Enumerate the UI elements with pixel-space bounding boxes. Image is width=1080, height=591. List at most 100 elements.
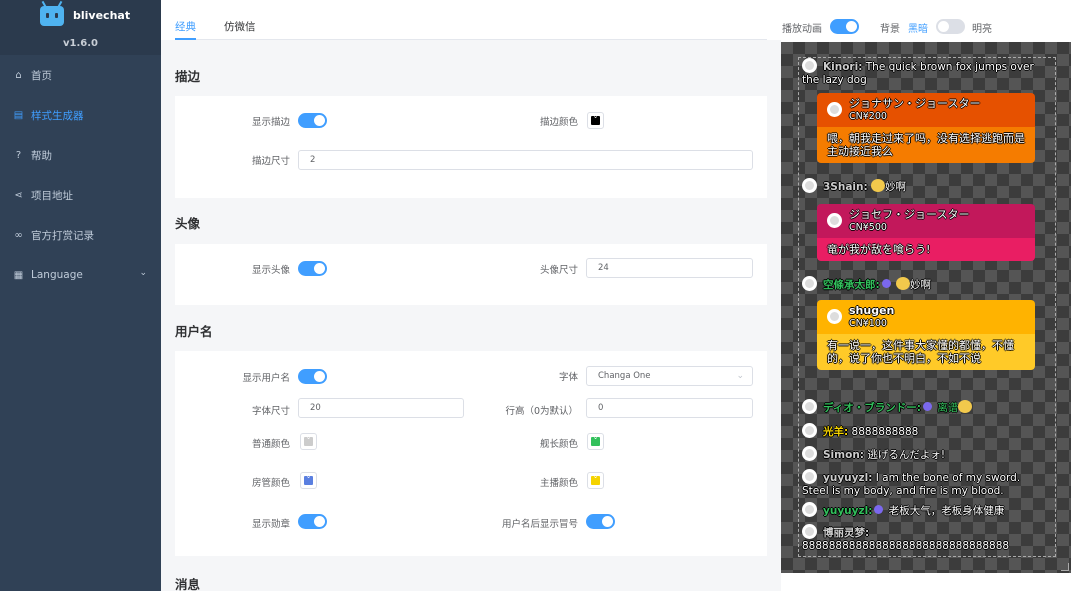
label-admin-color: 房管颜色: [251, 478, 290, 489]
emote-icon: [958, 400, 973, 413]
chat-username: 3Shain:: [823, 181, 868, 193]
sidebar-item-help[interactable]: ? 帮助: [0, 135, 161, 175]
sidebar-item-label: Language: [31, 269, 83, 281]
chat-text: 老板大气，老板身体健康: [888, 505, 1005, 517]
label-background: 背景: [880, 24, 900, 35]
input-font-size[interactable]: 20: [298, 398, 464, 418]
label-light[interactable]: 明亮: [972, 20, 992, 35]
chat-message: 博丽灵梦: 8888888888888888888888888888888: [802, 524, 1042, 553]
logo-area: blivechat v1.6.0: [0, 0, 161, 55]
label-captain-color: 舰长颜色: [539, 439, 578, 450]
avatar: [802, 58, 817, 73]
card-avatar: 显示头像 头像尺寸 24: [175, 244, 767, 305]
toggle-background[interactable]: [936, 19, 965, 34]
input-line-height[interactable]: 0: [586, 398, 753, 418]
chat-text: 妙啊: [885, 181, 907, 193]
tab-wechat[interactable]: 仿微信: [224, 19, 256, 34]
sidebar-item-label: 项目地址: [31, 189, 73, 202]
chat-message: yuyuyzl: I am the bone of my sword. Stee…: [802, 469, 1042, 498]
avatar: [802, 178, 817, 193]
superchat-name: ジョナサン・ジョースター: [849, 97, 981, 110]
sidebar-item-gifts[interactable]: ∞ 官方打赏记录: [0, 215, 161, 255]
sidebar-item-project[interactable]: ⋖ 项目地址: [0, 175, 161, 215]
chevron-down-icon: ⌄: [736, 371, 744, 381]
chat-username: yuyuyzl:: [823, 505, 873, 517]
section-title-avatar: 头像: [175, 216, 201, 231]
chat-username: yuyuyzl:: [823, 472, 873, 484]
card-username: 显示用户名 字体 Changa One ⌄ 字体尺寸 20 行高（0为默认） 0 …: [175, 351, 767, 556]
sidebar-item-label: 样式生成器: [31, 109, 84, 122]
color-picker-outline[interactable]: [587, 112, 604, 129]
input-avatar-size[interactable]: 24: [586, 258, 753, 278]
select-font[interactable]: Changa One ⌄: [586, 366, 753, 386]
avatar: [802, 446, 817, 461]
home-icon: ⌂: [15, 69, 22, 81]
chat-username: 光羊:: [823, 426, 849, 438]
toggle-show-username[interactable]: [298, 369, 327, 384]
chat-text: 8888888888: [851, 426, 919, 438]
chat-message: yuyuyzl: 老板大气，老板身体健康: [802, 502, 1042, 518]
superchat-price: CN¥100: [849, 318, 887, 329]
medal-icon: [874, 505, 884, 514]
question-icon: ?: [15, 149, 22, 161]
label-show-username: 显示用户名: [242, 373, 290, 384]
tab-divider: [175, 39, 767, 40]
chat-message: 空條承太郎: 妙啊: [802, 276, 1042, 292]
chat-username: ディオ・ブランドー:: [823, 402, 921, 414]
sidebar-item-label: 官方打赏记录: [31, 229, 94, 242]
label-show-avatar: 显示头像: [251, 265, 290, 276]
superchat-card: ジョナサン・ジョースター CN¥200 喂，朝我走过来了吗，没有选择逃跑而是主动接…: [817, 93, 1035, 163]
language-icon: ▦: [13, 269, 24, 281]
superchat-card: shugen CN¥100 有一说一，这件事大家懂的都懂，不懂的，说了你也不明白，…: [817, 300, 1035, 370]
select-font-value: Changa One: [598, 371, 651, 381]
color-picker-owner[interactable]: [587, 472, 604, 489]
share-icon: ⋖: [14, 189, 23, 201]
chat-message: 光羊: 8888888888: [802, 423, 1042, 439]
chat-message: Kinori: The quick brown fox jumps over t…: [802, 58, 1042, 87]
tab-bar: 经典 仿微信: [161, 0, 781, 40]
label-show-outline: 显示描边: [251, 117, 290, 128]
avatar: [802, 502, 817, 517]
chat-message: ディオ・ブランドー: 离谱: [802, 399, 1042, 415]
input-outline-size[interactable]: 2: [298, 150, 753, 170]
superchat-card: ジョセフ・ジョースター CN¥500 竜が我が敌を喰らう!: [817, 204, 1035, 261]
sidebar-item-stylegen[interactable]: ▤ 样式生成器: [0, 95, 161, 135]
label-font: 字体: [558, 372, 578, 383]
superchat-text: 有一说一，这件事大家懂的都懂，不懂的，说了你也不明白，不如不说: [817, 334, 1035, 370]
section-title-outline: 描边: [175, 69, 201, 84]
avatar: [802, 423, 817, 438]
chat-text: 8888888888888888888888888888888: [802, 540, 1010, 552]
chat-message: Simon: 逃げるんだよォ!: [802, 446, 1042, 462]
resize-handle[interactable]: [1061, 563, 1069, 571]
label-show-medal: 显示勋章: [251, 519, 290, 530]
emote-icon: [896, 277, 911, 290]
chat-text: 离谱: [937, 402, 959, 414]
toggle-show-outline[interactable]: [298, 113, 327, 128]
tab-classic[interactable]: 经典: [175, 19, 196, 34]
medal-icon: [881, 279, 891, 288]
app-title: blivechat: [73, 9, 131, 22]
color-picker-admin[interactable]: [300, 472, 317, 489]
toggle-play-animation[interactable]: [830, 19, 859, 34]
toggle-colon-after-name[interactable]: [586, 514, 615, 529]
color-picker-normal[interactable]: [300, 433, 317, 450]
label-outline-size: 描边尺寸: [251, 156, 290, 167]
app-version: v1.6.0: [63, 38, 98, 49]
chat-username: 博丽灵梦:: [823, 527, 870, 539]
sidebar-item-language[interactable]: ▦ Language ⌄: [0, 255, 161, 295]
superchat-name: shugen: [849, 304, 895, 317]
label-line-height: 行高（0为默认）: [505, 406, 578, 417]
label-dark[interactable]: 黑暗: [908, 20, 928, 35]
sidebar: blivechat v1.6.0 ⌂ 首页 ▤ 样式生成器 ? 帮助 ⋖ 项目地址 ∞ 官…: [0, 0, 161, 591]
medal-icon: [922, 402, 932, 411]
color-picker-captain[interactable]: [587, 433, 604, 450]
palette-icon: ▤: [13, 109, 24, 121]
avatar: [827, 213, 842, 228]
superchat-name: ジョセフ・ジョースター: [849, 208, 970, 221]
toggle-show-medal[interactable]: [298, 514, 327, 529]
bilibili-tv-icon: [40, 6, 64, 26]
sidebar-item-home[interactable]: ⌂ 首页: [0, 55, 161, 95]
toggle-show-avatar[interactable]: [298, 261, 327, 276]
avatar: [827, 309, 842, 324]
main-panel: 经典 仿微信 描边 显示描边 描边颜色 描边尺寸 2 头像 显示头像 头像尺寸 …: [161, 0, 781, 591]
